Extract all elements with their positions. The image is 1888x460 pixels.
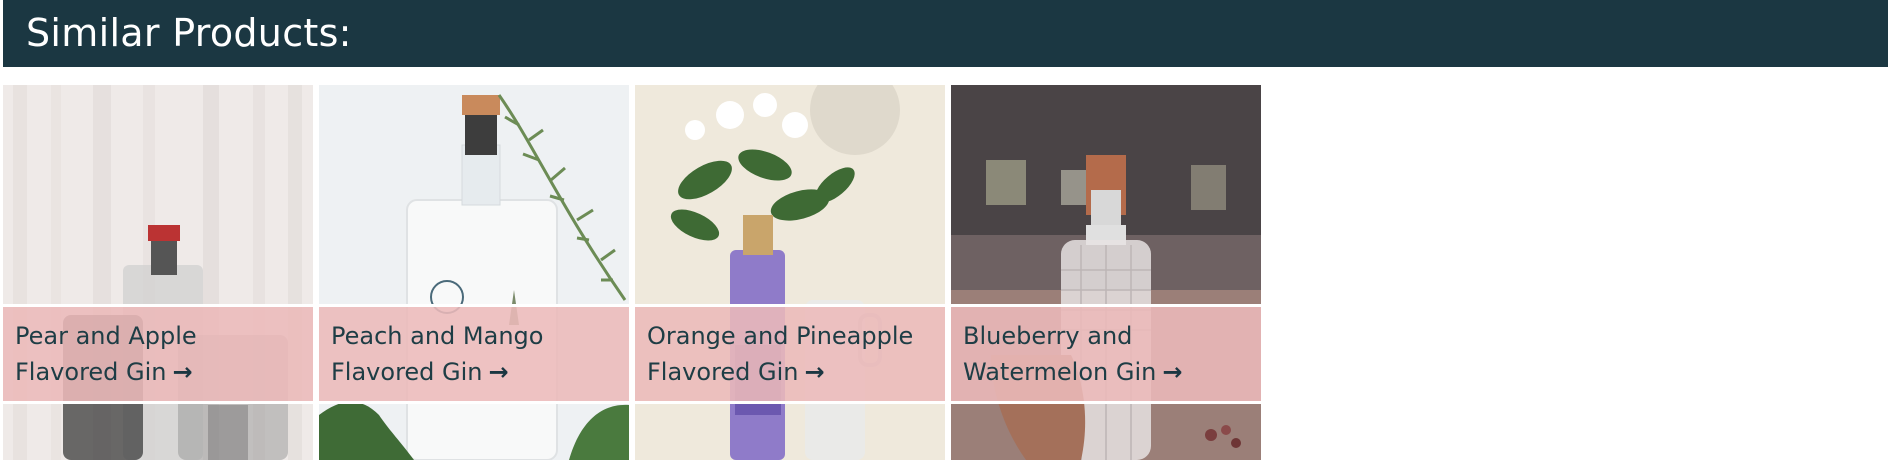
product-card-blueberry-watermelon[interactable]: Blueberry and Watermelon Gin → [951, 85, 1261, 460]
product-caption-band: Orange and Pineapple Flavored Gin → [635, 304, 945, 404]
product-link-peach-mango[interactable]: Peach and Mango Flavored Gin → [331, 318, 621, 390]
product-card-pear-apple[interactable]: Pear and Apple Flavored Gin → [3, 85, 313, 460]
arrow-right-icon: → [1162, 358, 1183, 386]
arrow-right-icon: → [488, 358, 509, 386]
section-header: Similar Products: [3, 0, 1888, 67]
product-name-line1: Pear and Apple [15, 322, 197, 350]
product-name-line1: Blueberry and [963, 322, 1133, 350]
product-card-orange-pineapple[interactable]: Orange and Pineapple Flavored Gin → [635, 85, 945, 460]
product-caption-band: Blueberry and Watermelon Gin → [951, 304, 1261, 404]
product-card-peach-mango[interactable]: Peach and Mango Flavored Gin → [319, 85, 629, 460]
product-caption-band: Pear and Apple Flavored Gin → [3, 304, 313, 404]
product-link-orange-pineapple[interactable]: Orange and Pineapple Flavored Gin → [647, 318, 937, 390]
product-name-line2: Watermelon Gin [963, 358, 1157, 386]
section-title: Similar Products: [26, 11, 352, 55]
product-name-line1: Peach and Mango [331, 322, 544, 350]
product-link-pear-apple[interactable]: Pear and Apple Flavored Gin → [15, 318, 305, 390]
product-name-line2: Flavored Gin [15, 358, 167, 386]
arrow-right-icon: → [804, 358, 825, 386]
product-name-line2: Flavored Gin [647, 358, 799, 386]
arrow-right-icon: → [172, 358, 193, 386]
product-caption-band: Peach and Mango Flavored Gin → [319, 304, 629, 404]
product-name-line1: Orange and Pineapple [647, 322, 914, 350]
product-link-blueberry-watermelon[interactable]: Blueberry and Watermelon Gin → [963, 318, 1253, 390]
product-name-line2: Flavored Gin [331, 358, 483, 386]
